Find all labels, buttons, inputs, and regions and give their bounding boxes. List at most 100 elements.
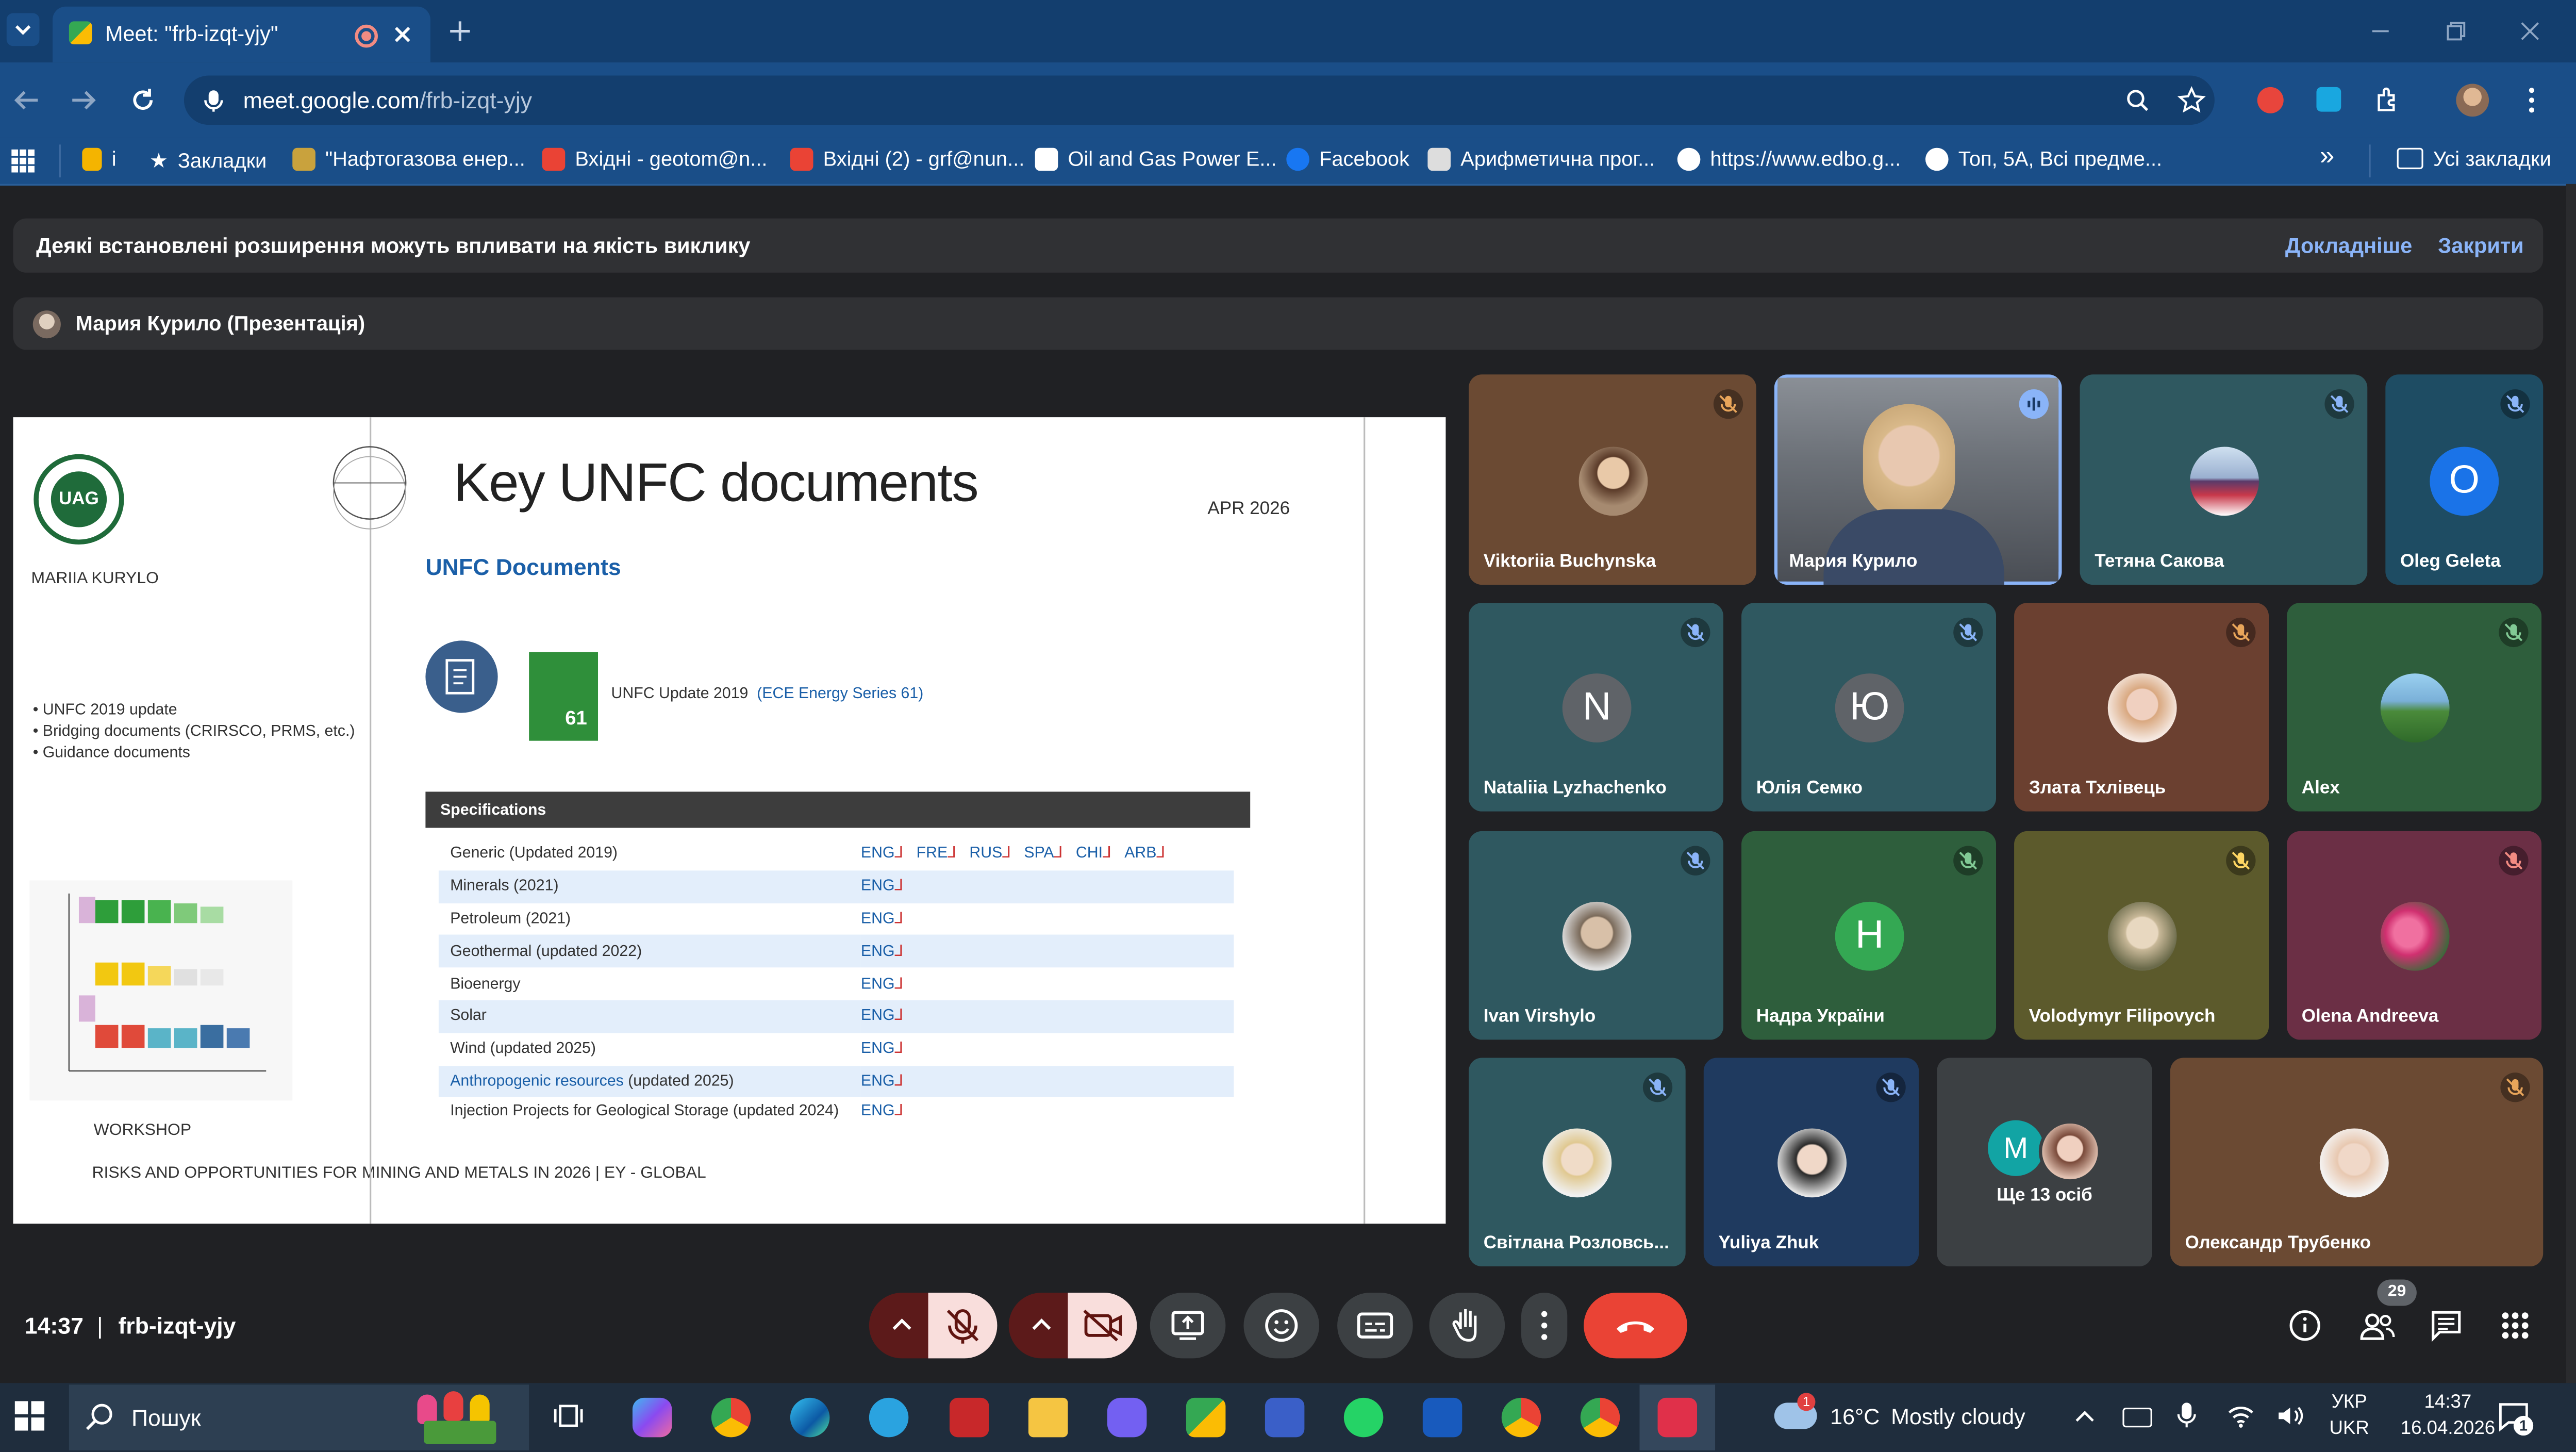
- camera-toggle-button[interactable]: [1068, 1293, 1137, 1359]
- bookmark-9[interactable]: https://www.edbo.g...: [1677, 147, 1901, 171]
- bookmark-5[interactable]: Вхідні (2) - grf@nun...: [790, 147, 1024, 171]
- save-app-icon[interactable]: [1265, 1397, 1305, 1438]
- bookmark-1[interactable]: i: [82, 147, 117, 171]
- reactions-button[interactable]: [1243, 1293, 1320, 1359]
- microphone-site-icon[interactable]: [201, 87, 227, 113]
- extensions-puzzle-icon[interactable]: [2372, 86, 2402, 115]
- reload-icon[interactable]: [128, 86, 158, 115]
- volume-icon[interactable]: [2275, 1402, 2305, 1429]
- forward-icon[interactable]: [69, 87, 98, 113]
- bookmark-4[interactable]: Вхідні - geotom@n...: [542, 147, 767, 171]
- lang-link[interactable]: ENG: [861, 845, 895, 863]
- minimize-icon[interactable]: [2369, 20, 2392, 43]
- lang-link[interactable]: SPA: [1024, 845, 1054, 863]
- zoom-icon[interactable]: [2124, 87, 2151, 113]
- viber-icon[interactable]: [1107, 1397, 1147, 1438]
- tab-search-button[interactable]: [6, 13, 40, 46]
- apps-grid-icon[interactable]: [10, 148, 36, 174]
- bookmark-star-icon[interactable]: [2177, 86, 2206, 115]
- battery-icon[interactable]: [2122, 1407, 2152, 1428]
- address-bar[interactable]: meet.google.com/frb-izqt-yjy: [184, 75, 2215, 125]
- lang-link[interactable]: RUS: [969, 845, 1002, 863]
- lang-link[interactable]: ENG: [861, 1072, 895, 1091]
- system-clock[interactable]: 14:37 16.04.2026: [2379, 1390, 2517, 1445]
- lang-link[interactable]: ENG: [861, 943, 895, 961]
- task-view-icon[interactable]: [554, 1401, 583, 1430]
- anthropogenic-link[interactable]: Anthropogenic resources: [450, 1072, 624, 1091]
- participant-tile-active-speaker[interactable]: Мария Курило: [1774, 374, 2062, 585]
- tab-meet[interactable]: Meet: "frb-izqt-yjy": [52, 6, 430, 63]
- lang-link[interactable]: ENG: [861, 1040, 895, 1058]
- participant-tile[interactable]: Volodymyr Filipovych: [2014, 831, 2269, 1040]
- taskbar-search[interactable]: Пошук: [69, 1384, 529, 1450]
- participant-tile[interactable]: Тетяна Сакова: [2080, 374, 2368, 585]
- word-icon[interactable]: [1422, 1397, 1462, 1438]
- active-app-highlight[interactable]: [1639, 1384, 1716, 1450]
- lang-link[interactable]: ENG: [861, 910, 895, 928]
- participant-tile[interactable]: Olena Andreeva: [2287, 831, 2542, 1040]
- raise-hand-button[interactable]: [1429, 1293, 1505, 1359]
- lang-link[interactable]: ENG: [861, 878, 895, 896]
- back-icon[interactable]: [11, 87, 41, 113]
- microphone-toggle-button[interactable]: [928, 1293, 998, 1359]
- activities-icon[interactable]: [2500, 1311, 2530, 1340]
- chrome-icon[interactable]: [711, 1397, 751, 1438]
- participant-tile[interactable]: Олександр Трубенко: [2170, 1058, 2544, 1267]
- leave-call-button[interactable]: [1584, 1293, 1687, 1359]
- participant-tile[interactable]: Viktoriia Buchynska: [1469, 374, 1756, 585]
- lang-link[interactable]: CHI: [1076, 845, 1103, 863]
- people-icon[interactable]: [2359, 1309, 2395, 1342]
- participant-tile[interactable]: Ivan Virshylo: [1469, 831, 1724, 1040]
- lang-link[interactable]: ARB: [1124, 845, 1156, 863]
- audio-options-button[interactable]: [869, 1293, 935, 1359]
- windows-start-icon[interactable]: [14, 1401, 45, 1431]
- more-bookmarks-button[interactable]: »: [2320, 143, 2334, 172]
- bookmark-10[interactable]: Топ, 5А, Всі предме...: [1925, 147, 2162, 171]
- adblock-extension-icon[interactable]: [2257, 87, 2284, 113]
- participant-tile[interactable]: O Oleg Geleta: [2385, 374, 2544, 585]
- participant-tile[interactable]: Yuliya Zhuk: [1703, 1058, 1919, 1267]
- close-tab-icon[interactable]: [391, 23, 414, 46]
- lang-link[interactable]: ENG: [861, 975, 895, 993]
- bookmark-6[interactable]: Oil and Gas Power E...: [1035, 147, 1277, 171]
- notifications-button[interactable]: 1: [2497, 1399, 2534, 1436]
- captions-button[interactable]: [1337, 1293, 1413, 1359]
- participant-tile[interactable]: Світлана Розловсь...: [1469, 1058, 1686, 1267]
- lang-link[interactable]: ENG: [861, 1008, 895, 1026]
- more-participants-tile[interactable]: M Ще 13 осіб: [1937, 1058, 2152, 1267]
- video-options-button[interactable]: [1008, 1293, 1075, 1359]
- lang-link[interactable]: ENG: [861, 1103, 895, 1121]
- bookmark-8[interactable]: Арифметична прог...: [1427, 147, 1655, 171]
- copilot-icon[interactable]: [632, 1397, 672, 1438]
- browser-menu-icon[interactable]: [2525, 86, 2538, 115]
- microphone-tray-icon[interactable]: [2177, 1401, 2197, 1430]
- bookmark-7[interactable]: Facebook: [1286, 147, 1409, 171]
- pdf-editor-icon[interactable]: [950, 1397, 989, 1438]
- close-banner-button[interactable]: Закрити: [2438, 233, 2523, 258]
- weather-widget[interactable]: 1 16°C Mostly cloudy: [1774, 1390, 2054, 1445]
- bookmark-folder-zakladky[interactable]: ★ Закладки: [149, 148, 267, 173]
- input-language[interactable]: УКР UKR: [2321, 1390, 2377, 1445]
- chrome-profile-icon[interactable]: [1501, 1397, 1541, 1438]
- chrome-profile-2-icon[interactable]: [1580, 1397, 1620, 1438]
- tray-expand-icon[interactable]: [2073, 1406, 2097, 1426]
- whatsapp-icon[interactable]: [1343, 1397, 1384, 1438]
- meet-scrollbar[interactable]: [2566, 184, 2576, 1383]
- file-explorer-icon[interactable]: [1028, 1397, 1068, 1438]
- participant-tile[interactable]: N Nataliia Lyzhachenko: [1469, 603, 1724, 812]
- learn-more-link[interactable]: Докладніше: [2285, 233, 2412, 258]
- edge-icon[interactable]: [790, 1397, 830, 1438]
- wifi-icon[interactable]: [2226, 1402, 2255, 1429]
- extension-blue-icon[interactable]: [2316, 87, 2341, 112]
- participant-tile[interactable]: Ю Юлія Семко: [1741, 603, 1997, 812]
- all-bookmarks-button[interactable]: Усі закладки: [2397, 147, 2551, 171]
- close-window-icon[interactable]: [2518, 20, 2541, 43]
- present-screen-button[interactable]: [1150, 1293, 1226, 1359]
- chat-icon[interactable]: [2430, 1309, 2463, 1342]
- bookmark-3[interactable]: "Нафтогазова енер...: [292, 147, 525, 171]
- more-options-button[interactable]: [1521, 1293, 1568, 1359]
- profile-avatar[interactable]: [2456, 84, 2489, 117]
- participant-tile[interactable]: H Надра України: [1741, 831, 1997, 1040]
- meeting-info-icon[interactable]: [2288, 1309, 2321, 1342]
- new-tab-icon[interactable]: [447, 18, 473, 44]
